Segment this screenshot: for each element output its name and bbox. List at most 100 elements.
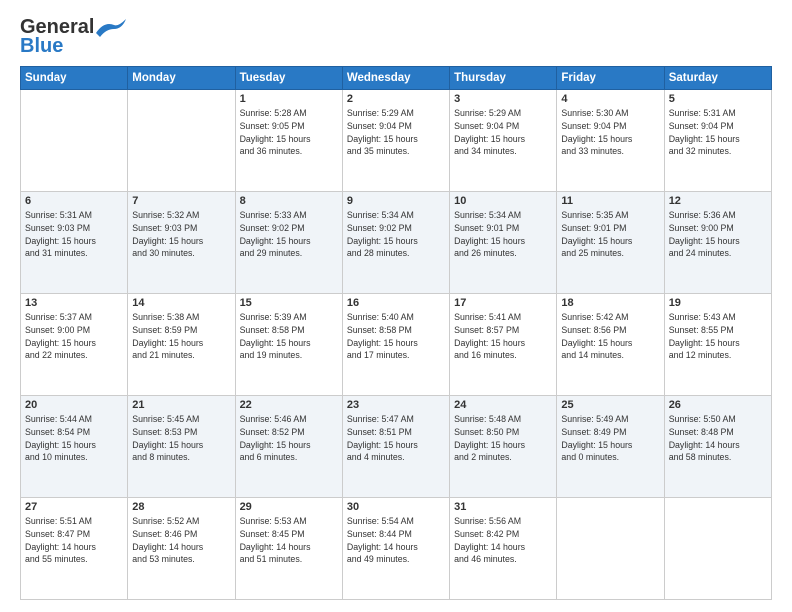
weekday-wednesday: Wednesday: [342, 67, 449, 90]
calendar-cell: 27 Sunrise: 5:51 AM Sunset: 8:47 PM Dayli…: [21, 498, 128, 600]
day-number: 25: [561, 399, 659, 411]
day-number: 23: [347, 399, 445, 411]
day-number: 16: [347, 297, 445, 309]
weekday-thursday: Thursday: [450, 67, 557, 90]
day-number: 6: [25, 195, 123, 207]
calendar-cell: 30 Sunrise: 5:54 AM Sunset: 8:44 PM Dayli…: [342, 498, 449, 600]
calendar-cell: [128, 90, 235, 192]
day-number: 2: [347, 93, 445, 105]
calendar-cell: 3 Sunrise: 5:29 AM Sunset: 9:04 PM Daylig…: [450, 90, 557, 192]
calendar-cell: 31 Sunrise: 5:56 AM Sunset: 8:42 PM Dayli…: [450, 498, 557, 600]
day-info: Sunrise: 5:56 AM Sunset: 8:42 PM Dayligh…: [454, 515, 552, 566]
calendar-cell: 26 Sunrise: 5:50 AM Sunset: 8:48 PM Dayli…: [664, 396, 771, 498]
calendar-cell: 21 Sunrise: 5:45 AM Sunset: 8:53 PM Dayli…: [128, 396, 235, 498]
calendar-cell: 17 Sunrise: 5:41 AM Sunset: 8:57 PM Dayli…: [450, 294, 557, 396]
calendar-cell: [664, 498, 771, 600]
calendar-cell: 13 Sunrise: 5:37 AM Sunset: 9:00 PM Dayli…: [21, 294, 128, 396]
day-info: Sunrise: 5:52 AM Sunset: 8:46 PM Dayligh…: [132, 515, 230, 566]
day-number: 28: [132, 501, 230, 513]
calendar-cell: 14 Sunrise: 5:38 AM Sunset: 8:59 PM Dayli…: [128, 294, 235, 396]
calendar-cell: 7 Sunrise: 5:32 AM Sunset: 9:03 PM Daylig…: [128, 192, 235, 294]
calendar-row-0: 1Sunrise: 5:28 AM Sunset: 9:05 PM Daylig…: [21, 90, 772, 192]
day-info: Sunrise: 5:37 AM Sunset: 9:00 PM Dayligh…: [25, 311, 123, 362]
day-info: Sunrise: 5:51 AM Sunset: 8:47 PM Dayligh…: [25, 515, 123, 566]
day-number: 21: [132, 399, 230, 411]
weekday-monday: Monday: [128, 67, 235, 90]
day-number: 19: [669, 297, 767, 309]
day-number: 13: [25, 297, 123, 309]
calendar-cell: 16 Sunrise: 5:40 AM Sunset: 8:58 PM Dayli…: [342, 294, 449, 396]
header: General Blue: [20, 16, 772, 58]
calendar-cell: 23 Sunrise: 5:47 AM Sunset: 8:51 PM Dayli…: [342, 396, 449, 498]
day-number: 31: [454, 501, 552, 513]
day-number: 18: [561, 297, 659, 309]
day-number: 12: [669, 195, 767, 207]
day-info: Sunrise: 5:43 AM Sunset: 8:55 PM Dayligh…: [669, 311, 767, 362]
day-info: Sunrise: 5:54 AM Sunset: 8:44 PM Dayligh…: [347, 515, 445, 566]
day-info: Sunrise: 5:44 AM Sunset: 8:54 PM Dayligh…: [25, 413, 123, 464]
calendar-cell: 10 Sunrise: 5:34 AM Sunset: 9:01 PM Dayli…: [450, 192, 557, 294]
day-info: Sunrise: 5:32 AM Sunset: 9:03 PM Dayligh…: [132, 209, 230, 260]
logo-bird-icon: [96, 19, 126, 37]
calendar-cell: 29Sunrise: 5:53 AM Sunset: 8:45 PM Dayli…: [235, 498, 342, 600]
day-info: Sunrise: 5:34 AM Sunset: 9:01 PM Dayligh…: [454, 209, 552, 260]
calendar-cell: 11 Sunrise: 5:35 AM Sunset: 9:01 PM Dayli…: [557, 192, 664, 294]
calendar-table: SundayMondayTuesdayWednesdayThursdayFrid…: [20, 66, 772, 600]
day-number: 20: [25, 399, 123, 411]
day-info: Sunrise: 5:42 AM Sunset: 8:56 PM Dayligh…: [561, 311, 659, 362]
calendar-cell: 12 Sunrise: 5:36 AM Sunset: 9:00 PM Dayli…: [664, 192, 771, 294]
calendar-cell: 1Sunrise: 5:28 AM Sunset: 9:05 PM Daylig…: [235, 90, 342, 192]
weekday-friday: Friday: [557, 67, 664, 90]
calendar-cell: 8Sunrise: 5:33 AM Sunset: 9:02 PM Daylig…: [235, 192, 342, 294]
day-info: Sunrise: 5:38 AM Sunset: 8:59 PM Dayligh…: [132, 311, 230, 362]
weekday-saturday: Saturday: [664, 67, 771, 90]
day-number: 7: [132, 195, 230, 207]
day-info: Sunrise: 5:40 AM Sunset: 8:58 PM Dayligh…: [347, 311, 445, 362]
day-info: Sunrise: 5:29 AM Sunset: 9:04 PM Dayligh…: [454, 107, 552, 158]
day-number: 17: [454, 297, 552, 309]
day-info: Sunrise: 5:36 AM Sunset: 9:00 PM Dayligh…: [669, 209, 767, 260]
calendar-cell: 18 Sunrise: 5:42 AM Sunset: 8:56 PM Dayli…: [557, 294, 664, 396]
calendar-row-3: 20 Sunrise: 5:44 AM Sunset: 8:54 PM Dayli…: [21, 396, 772, 498]
day-number: 11: [561, 195, 659, 207]
calendar-cell: 20 Sunrise: 5:44 AM Sunset: 8:54 PM Dayli…: [21, 396, 128, 498]
day-info: Sunrise: 5:53 AM Sunset: 8:45 PM Dayligh…: [240, 515, 338, 566]
day-number: 10: [454, 195, 552, 207]
day-info: Sunrise: 5:48 AM Sunset: 8:50 PM Dayligh…: [454, 413, 552, 464]
day-info: Sunrise: 5:50 AM Sunset: 8:48 PM Dayligh…: [669, 413, 767, 464]
page: General Blue SundayMondayTuesdayWednesda…: [0, 0, 792, 612]
day-number: 14: [132, 297, 230, 309]
calendar-cell: 6Sunrise: 5:31 AM Sunset: 9:03 PM Daylig…: [21, 192, 128, 294]
day-number: 5: [669, 93, 767, 105]
day-number: 22: [240, 399, 338, 411]
calendar-cell: 28 Sunrise: 5:52 AM Sunset: 8:46 PM Dayli…: [128, 498, 235, 600]
day-number: 26: [669, 399, 767, 411]
day-info: Sunrise: 5:35 AM Sunset: 9:01 PM Dayligh…: [561, 209, 659, 260]
weekday-tuesday: Tuesday: [235, 67, 342, 90]
day-info: Sunrise: 5:41 AM Sunset: 8:57 PM Dayligh…: [454, 311, 552, 362]
calendar-cell: 19 Sunrise: 5:43 AM Sunset: 8:55 PM Dayli…: [664, 294, 771, 396]
weekday-sunday: Sunday: [21, 67, 128, 90]
day-number: 4: [561, 93, 659, 105]
calendar-cell: [21, 90, 128, 192]
day-info: Sunrise: 5:29 AM Sunset: 9:04 PM Dayligh…: [347, 107, 445, 158]
calendar-row-2: 13 Sunrise: 5:37 AM Sunset: 9:00 PM Dayli…: [21, 294, 772, 396]
day-number: 8: [240, 195, 338, 207]
day-info: Sunrise: 5:45 AM Sunset: 8:53 PM Dayligh…: [132, 413, 230, 464]
day-info: Sunrise: 5:39 AM Sunset: 8:58 PM Dayligh…: [240, 311, 338, 362]
day-number: 27: [25, 501, 123, 513]
day-info: Sunrise: 5:34 AM Sunset: 9:02 PM Dayligh…: [347, 209, 445, 260]
day-number: 3: [454, 93, 552, 105]
logo: General Blue: [20, 16, 126, 58]
day-info: Sunrise: 5:30 AM Sunset: 9:04 PM Dayligh…: [561, 107, 659, 158]
day-info: Sunrise: 5:46 AM Sunset: 8:52 PM Dayligh…: [240, 413, 338, 464]
calendar-cell: 15 Sunrise: 5:39 AM Sunset: 8:58 PM Dayli…: [235, 294, 342, 396]
weekday-header-row: SundayMondayTuesdayWednesdayThursdayFrid…: [21, 67, 772, 90]
calendar-cell: [557, 498, 664, 600]
calendar-cell: 4 Sunrise: 5:30 AM Sunset: 9:04 PM Daylig…: [557, 90, 664, 192]
day-number: 30: [347, 501, 445, 513]
day-number: 15: [240, 297, 338, 309]
day-number: 9: [347, 195, 445, 207]
logo-blue: Blue: [20, 35, 63, 58]
day-info: Sunrise: 5:47 AM Sunset: 8:51 PM Dayligh…: [347, 413, 445, 464]
